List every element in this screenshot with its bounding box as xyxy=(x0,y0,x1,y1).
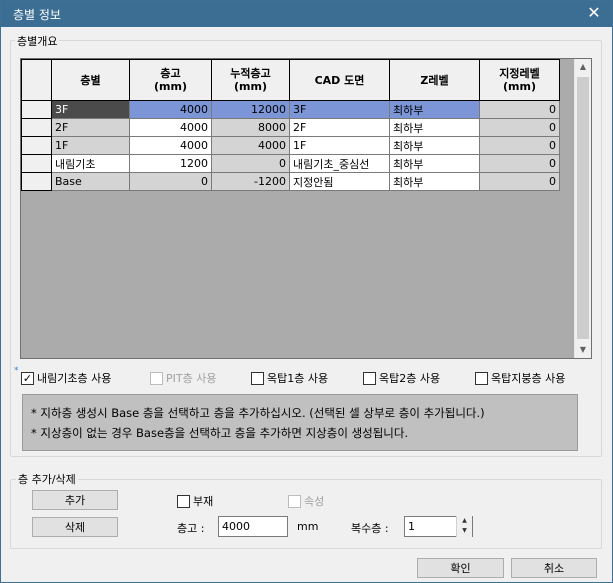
col-header-height[interactable]: 층고 (mm) xyxy=(129,59,212,101)
delete-button[interactable]: 삭제 xyxy=(32,517,118,537)
floor-table: 층별 층고 (mm) 누적층고 (mm) CAD 도면 Z레벨 지정레벨 (mm) 3… xyxy=(21,59,560,191)
title-bar: 층별 정보 ✕ xyxy=(1,1,612,27)
cell-floor[interactable]: Base xyxy=(51,172,130,191)
use-drop-foundation-checkbox[interactable]: ✓ 내림기초층 사용 xyxy=(21,370,111,386)
checkbox-box[interactable] xyxy=(251,371,264,385)
cell-level[interactable]: 0 xyxy=(479,172,560,191)
col-header-cad[interactable]: CAD 도면 xyxy=(289,59,390,101)
cell-zlevel[interactable]: 최하부 xyxy=(389,118,480,137)
floor-info-dialog: 층별 정보 ✕ 층별개요 층별 층고 (mm) 누적층고 (mm) CAD 도면 Z… xyxy=(0,0,613,583)
overview-group-label: 층별개요 xyxy=(15,33,60,49)
row-header[interactable] xyxy=(21,100,52,119)
cell-cad[interactable]: 1F xyxy=(289,136,390,155)
cell-cad[interactable]: 3F xyxy=(289,100,390,119)
multi-floor-spinner[interactable]: ▲ ▼ xyxy=(456,516,472,537)
cell-floor[interactable]: 2F xyxy=(51,118,130,137)
window-title: 층별 정보 xyxy=(13,8,61,22)
spin-down-icon[interactable]: ▼ xyxy=(457,526,472,536)
add-button[interactable]: 추가 xyxy=(32,490,118,510)
row-header-corner xyxy=(21,59,52,101)
checkbox-box[interactable] xyxy=(177,494,190,508)
vertical-scrollbar[interactable]: ▲ ▼ xyxy=(574,59,591,358)
ok-button[interactable]: 확인 xyxy=(417,558,504,578)
checkbox-label: 속성 xyxy=(304,495,325,508)
cell-level[interactable]: 0 xyxy=(479,154,560,173)
note-line: * 지하층 생성시 Base 층을 선택하고 층을 추가하십시오. (선택된 셀… xyxy=(31,406,485,420)
floor-height-input[interactable]: 4000 xyxy=(218,516,288,537)
checkbox-label: 부재 xyxy=(193,495,214,508)
floor-options-row: * ✓ 내림기초층 사용 PIT층 사용 옥탑1층 사용 옥탑2층 사용 옥탑지… xyxy=(14,366,599,386)
checkbox-label: 옥탑2층 사용 xyxy=(379,372,441,385)
cell-height[interactable]: 4000 xyxy=(129,118,212,137)
scroll-up-icon[interactable]: ▲ xyxy=(575,59,591,75)
cell-level[interactable]: 0 xyxy=(479,136,560,155)
row-header[interactable] xyxy=(21,118,52,137)
cancel-button[interactable]: 취소 xyxy=(511,558,597,578)
table-row[interactable]: Base 0 -1200 지정안됨 최하부 0 xyxy=(21,172,560,191)
checkbox-box[interactable] xyxy=(363,371,376,385)
cell-cad[interactable]: 지정안됨 xyxy=(289,172,390,191)
checkbox-label: 옥탑지붕층 사용 xyxy=(491,372,566,385)
cell-zlevel[interactable]: 최하부 xyxy=(389,154,480,173)
cell-cumulative[interactable]: -1200 xyxy=(211,172,290,191)
row-header[interactable] xyxy=(21,154,52,173)
checkbox-box xyxy=(288,494,301,508)
cell-height[interactable]: 4000 xyxy=(129,136,212,155)
cell-zlevel[interactable]: 최하부 xyxy=(389,100,480,119)
scroll-down-icon[interactable]: ▼ xyxy=(575,342,591,358)
cell-cad[interactable]: 내림기초_중심선 xyxy=(289,154,390,173)
table-row[interactable]: 1F 4000 4000 1F 최하부 0 xyxy=(21,136,560,155)
table-row[interactable]: 2F 4000 8000 2F 최하부 0 xyxy=(21,118,560,137)
col-header-zlevel[interactable]: Z레벨 xyxy=(389,59,480,101)
cell-height[interactable]: 1200 xyxy=(129,154,212,173)
col-header-level[interactable]: 지정레벨 (mm) xyxy=(479,59,560,101)
checkbox-label: PIT층 사용 xyxy=(166,372,217,385)
cell-height[interactable]: 0 xyxy=(129,172,212,191)
cell-floor[interactable]: 내림기초 xyxy=(51,154,130,173)
required-marker: * xyxy=(14,366,19,376)
cell-level[interactable]: 0 xyxy=(479,100,560,119)
use-rooftop2-checkbox[interactable]: 옥탑2층 사용 xyxy=(363,370,440,386)
cell-height[interactable]: 4000 xyxy=(129,100,212,119)
cell-cumulative[interactable]: 0 xyxy=(211,154,290,173)
multi-floor-label: 복수층 : xyxy=(351,522,389,535)
checkbox-box[interactable]: ✓ xyxy=(21,371,34,385)
col-header-floor[interactable]: 층별 xyxy=(51,59,130,101)
checkbox-label: 옥탑1층 사용 xyxy=(267,372,329,385)
table-header-row: 층별 층고 (mm) 누적층고 (mm) CAD 도면 Z레벨 지정레벨 (mm) xyxy=(21,59,560,101)
use-rooftop1-checkbox[interactable]: 옥탑1층 사용 xyxy=(251,370,328,386)
close-icon[interactable]: ✕ xyxy=(584,3,604,23)
cell-floor[interactable]: 3F xyxy=(51,100,130,119)
table-row[interactable]: 3F 4000 12000 3F 최하부 0 xyxy=(21,100,560,119)
cell-zlevel[interactable]: 최하부 xyxy=(389,172,480,191)
floor-grid[interactable]: 층별 층고 (mm) 누적층고 (mm) CAD 도면 Z레벨 지정레벨 (mm) 3… xyxy=(20,58,592,359)
checkbox-box[interactable] xyxy=(475,371,488,385)
cell-level[interactable]: 0 xyxy=(479,118,560,137)
cell-cumulative[interactable]: 12000 xyxy=(211,100,290,119)
floor-height-unit: mm xyxy=(297,520,319,533)
checkbox-label: 내림기초층 사용 xyxy=(37,372,112,385)
cell-cumulative[interactable]: 8000 xyxy=(211,118,290,137)
use-pit-checkbox: PIT층 사용 xyxy=(150,370,216,386)
attribute-checkbox: 속성 xyxy=(288,493,324,509)
checkbox-box xyxy=(150,371,163,385)
cell-cumulative[interactable]: 4000 xyxy=(211,136,290,155)
note-line: * 지상층이 없는 경우 Base층을 선택하고 층을 추가하면 지상층이 생성… xyxy=(31,426,409,440)
row-header[interactable] xyxy=(21,136,52,155)
use-rooftop-roof-checkbox[interactable]: 옥탑지붕층 사용 xyxy=(475,370,565,386)
add-delete-group-label: 층 추가/삭제 xyxy=(16,471,78,487)
floor-height-label: 층고 : xyxy=(177,522,205,535)
cell-cad[interactable]: 2F xyxy=(289,118,390,137)
table-row[interactable]: 내림기초 1200 0 내림기초_중심선 최하부 0 xyxy=(21,154,560,173)
spin-up-icon[interactable]: ▲ xyxy=(457,516,472,526)
row-header[interactable] xyxy=(21,172,52,191)
cell-floor[interactable]: 1F xyxy=(51,136,130,155)
col-header-cumulative[interactable]: 누적층고 (mm) xyxy=(211,59,290,101)
member-checkbox[interactable]: 부재 xyxy=(177,493,213,509)
scroll-thumb[interactable] xyxy=(577,77,589,339)
cell-zlevel[interactable]: 최하부 xyxy=(389,136,480,155)
help-notes: * 지하층 생성시 Base 층을 선택하고 층을 추가하십시오. (선택된 셀… xyxy=(22,394,578,451)
